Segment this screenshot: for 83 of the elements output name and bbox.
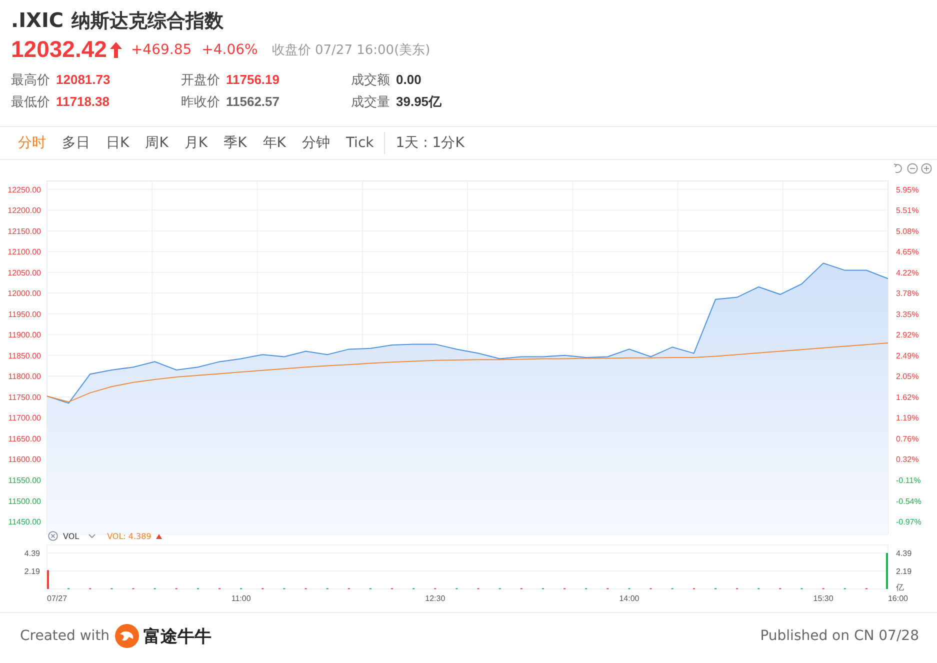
axis-label: 11800.00 xyxy=(8,372,41,382)
axis-label: -0.54% xyxy=(896,496,922,506)
axis-label: 2.49% xyxy=(896,351,919,360)
axis-label: 3.35% xyxy=(896,310,919,319)
stat-label: 成交量 xyxy=(351,94,390,111)
stat-value: 0.00 xyxy=(396,72,422,87)
percent-change: +4.06% xyxy=(202,42,258,58)
chart-tab[interactable]: 年K xyxy=(254,128,294,158)
axis-label: 2.19 xyxy=(24,567,40,576)
axis-label: 12150.00 xyxy=(8,226,41,236)
close-status: 收盘价 07/27 16:00(美东) xyxy=(272,42,430,58)
stat-label: 成交额 xyxy=(351,72,390,89)
zoom-in-icon[interactable] xyxy=(921,163,932,174)
unit-label: 亿 xyxy=(896,583,904,592)
logo-icon xyxy=(114,623,140,649)
axis-label: 1.62% xyxy=(896,392,919,402)
stat-label: 昨收价 xyxy=(181,94,220,111)
axis-label: 5.51% xyxy=(896,206,919,216)
time-label: 11:00 xyxy=(231,594,251,603)
stat-value: 12081.73 xyxy=(56,72,110,87)
axis-label: 11600.00 xyxy=(8,455,41,464)
stat-value: 11756.19 xyxy=(226,72,280,87)
time-label: 16:00 xyxy=(888,594,908,603)
ticker-symbol: .IXIC xyxy=(11,8,64,32)
axis-label: 0.32% xyxy=(896,455,919,464)
axis-label: 2.05% xyxy=(896,372,919,382)
axis-label: 11850.00 xyxy=(8,351,41,360)
time-label: 07/27 xyxy=(47,594,68,603)
time-label: 14:00 xyxy=(619,594,640,603)
index-name: 纳斯达克综合指数 xyxy=(72,9,224,34)
volume-reading: VOL: 4.389 xyxy=(107,532,152,540)
axis-label: 2.92% xyxy=(896,330,919,340)
stat-value: 39.95亿 xyxy=(396,93,442,111)
stat-label: 开盘价 xyxy=(181,72,220,89)
chart-tab[interactable]: 月K xyxy=(176,128,216,158)
created-with-text: Created with xyxy=(20,628,110,644)
stat-value: 11718.38 xyxy=(56,94,110,109)
period-selector[interactable]: 1天 : 1分K xyxy=(388,128,472,158)
time-label: 15:30 xyxy=(813,594,834,603)
axis-label: 11500.00 xyxy=(8,496,41,506)
axis-label: 2.19 xyxy=(896,567,912,576)
axis-label: 4.22% xyxy=(896,268,919,278)
chart-tab[interactable]: 日K xyxy=(98,128,138,158)
axis-label: 11750.00 xyxy=(8,392,41,402)
axis-label: 12200.00 xyxy=(8,206,41,216)
axis-label: -0.11% xyxy=(896,476,921,485)
stat-value: 11562.57 xyxy=(226,94,280,109)
axis-label: 12250.00 xyxy=(8,185,41,194)
time-label: 12:30 xyxy=(425,594,446,603)
axis-label: 0.76% xyxy=(896,434,919,444)
axis-label: 5.08% xyxy=(896,226,919,236)
price-change: +469.85 xyxy=(130,42,192,58)
axis-label: 5.95% xyxy=(896,185,919,194)
indicator-name[interactable]: VOL xyxy=(63,532,80,540)
brand-name: 富途牛牛 xyxy=(144,626,212,648)
close-icon[interactable] xyxy=(48,531,58,541)
axis-label: 12100.00 xyxy=(8,248,41,257)
axis-label: 11650.00 xyxy=(8,434,41,444)
axis-label: 11450.00 xyxy=(8,518,41,527)
last-price: 12032.42 xyxy=(11,36,107,63)
undo-icon[interactable] xyxy=(893,163,904,174)
axis-label: 11900.00 xyxy=(8,330,41,340)
published-date: Published on CN 07/28 xyxy=(760,628,919,644)
axis-label: 4.39 xyxy=(896,549,912,558)
axis-label: 4.39 xyxy=(24,549,40,558)
chevron-down-icon[interactable] xyxy=(88,533,96,539)
stat-label: 最低价 xyxy=(11,94,50,111)
chart-tab[interactable]: 周K xyxy=(137,128,176,158)
axis-label: 11700.00 xyxy=(8,414,41,423)
axis-label: 1.19% xyxy=(896,414,919,423)
chart-tab[interactable]: 分钟 xyxy=(294,128,338,158)
chart-tab[interactable]: 多日 xyxy=(54,128,98,158)
zoom-out-icon[interactable] xyxy=(907,163,918,174)
stat-label: 最高价 xyxy=(11,72,50,89)
axis-label: 11950.00 xyxy=(8,310,41,319)
axis-label: 12050.00 xyxy=(8,268,41,278)
chart-tab[interactable]: 季K xyxy=(216,128,255,158)
axis-label: 4.65% xyxy=(896,248,919,257)
axis-label: 3.78% xyxy=(896,289,919,298)
axis-label: 11550.00 xyxy=(8,476,41,485)
axis-label: -0.97% xyxy=(896,518,922,527)
axis-label: 12000.00 xyxy=(8,289,41,298)
chart-tab[interactable]: Tick xyxy=(338,128,382,158)
